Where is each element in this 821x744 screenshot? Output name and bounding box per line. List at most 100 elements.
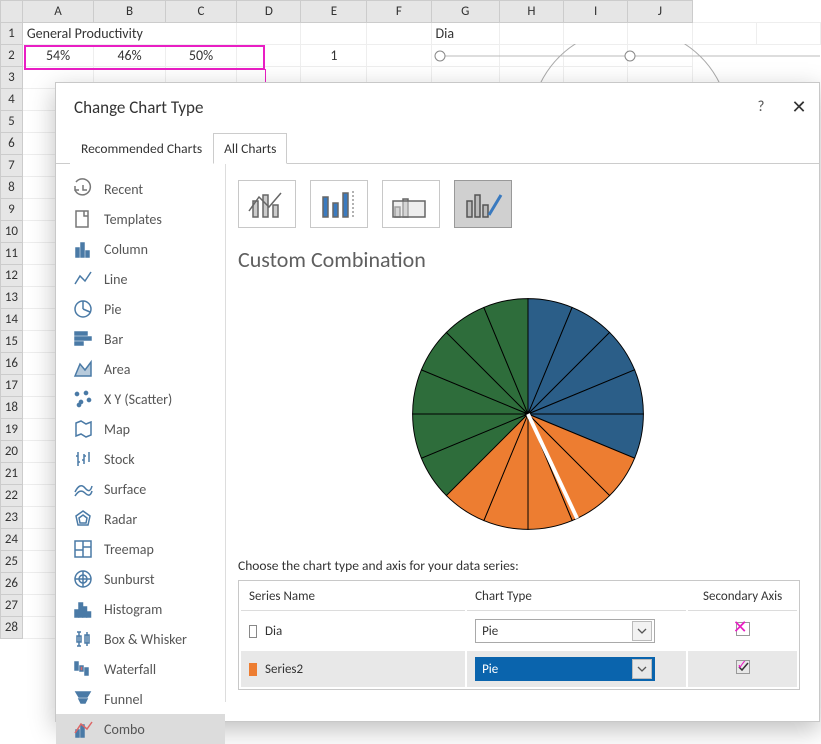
row-header[interactable]: 28 — [1, 617, 23, 639]
category-waterfall[interactable]: Waterfall — [56, 654, 225, 684]
cell[interactable] — [237, 23, 301, 45]
cell[interactable] — [367, 23, 431, 45]
row-header[interactable]: 7 — [1, 155, 23, 177]
category-histogram[interactable]: Histogram — [56, 594, 225, 624]
series-row[interactable]: DiaPie✕ — [241, 613, 797, 649]
row-header[interactable]: 1 — [1, 23, 23, 45]
category-sunburst[interactable]: Sunburst — [56, 564, 225, 594]
tab-all-charts[interactable]: All Charts — [213, 133, 287, 164]
series-swatch-icon — [249, 663, 257, 676]
row-header[interactable]: 26 — [1, 573, 23, 595]
map-icon — [72, 418, 94, 440]
cell[interactable]: 46% — [94, 45, 165, 67]
cell[interactable] — [564, 23, 628, 45]
category-templates[interactable]: Templates — [56, 204, 225, 234]
row-header[interactable]: 10 — [1, 221, 23, 243]
category-bar[interactable]: Bar — [56, 324, 225, 354]
row-header[interactable]: 12 — [1, 265, 23, 287]
category-label: Pie — [104, 301, 121, 318]
category-recent[interactable]: Recent — [56, 174, 225, 204]
row-header[interactable]: 23 — [1, 507, 23, 529]
chart-type-select[interactable]: Pie — [475, 657, 655, 681]
row-header[interactable]: 27 — [1, 595, 23, 617]
category-pie[interactable]: Pie — [56, 294, 225, 324]
row-header[interactable]: 20 — [1, 441, 23, 463]
row-header[interactable]: 13 — [1, 287, 23, 309]
row-header[interactable]: 5 — [1, 111, 23, 133]
cell[interactable]: 50% — [165, 45, 236, 67]
secondary-axis-checkbox[interactable]: ✕ — [736, 622, 750, 636]
row-header[interactable]: 3 — [1, 67, 23, 89]
row-header[interactable]: 21 — [1, 463, 23, 485]
row-header[interactable]: 16 — [1, 353, 23, 375]
combo-subtype-3[interactable] — [382, 180, 440, 228]
category-label: X Y (Scatter) — [104, 391, 172, 408]
row-header[interactable]: 25 — [1, 551, 23, 573]
category-combo[interactable]: Combo — [56, 714, 225, 744]
cell[interactable] — [628, 23, 692, 45]
category-scatter[interactable]: X Y (Scatter) — [56, 384, 225, 414]
category-surface[interactable]: Surface — [56, 474, 225, 504]
cell[interactable] — [692, 23, 756, 45]
treemap-icon — [72, 538, 94, 560]
close-button[interactable]: ✕ — [785, 93, 813, 121]
line-icon — [72, 268, 94, 290]
category-stock[interactable]: Stock — [56, 444, 225, 474]
row-header[interactable]: 8 — [1, 177, 23, 199]
col-header[interactable]: A — [22, 1, 93, 23]
help-button[interactable]: ? — [749, 93, 773, 121]
category-area[interactable]: Area — [56, 354, 225, 384]
row-header[interactable]: 15 — [1, 331, 23, 353]
category-column[interactable]: Column — [56, 234, 225, 264]
row-header[interactable]: 11 — [1, 243, 23, 265]
combo-subtype-2[interactable] — [310, 180, 368, 228]
cell[interactable]: 1 — [301, 45, 367, 67]
tab-recommended-charts[interactable]: Recommended Charts — [70, 133, 213, 164]
category-treemap[interactable]: Treemap — [56, 534, 225, 564]
cell[interactable]: Dia — [431, 23, 499, 45]
row-header[interactable]: 9 — [1, 199, 23, 221]
col-header[interactable]: F — [367, 1, 431, 23]
row-header[interactable]: 19 — [1, 419, 23, 441]
row-header[interactable]: 22 — [1, 485, 23, 507]
chart-type-select[interactable]: Pie — [475, 619, 655, 643]
category-boxwhisker[interactable]: Box & Whisker — [56, 624, 225, 654]
cell[interactable] — [756, 23, 820, 45]
category-label: Column — [104, 241, 148, 258]
category-line[interactable]: Line — [56, 264, 225, 294]
col-header[interactable]: H — [499, 1, 563, 23]
col-header[interactable]: D — [237, 1, 301, 23]
cell[interactable]: 54% — [22, 45, 93, 67]
secondary-axis-checkbox[interactable]: ✓ — [736, 660, 750, 674]
row-header[interactable]: 18 — [1, 397, 23, 419]
col-header[interactable]: B — [94, 1, 165, 23]
category-radar[interactable]: Radar — [56, 504, 225, 534]
row-header[interactable]: 24 — [1, 529, 23, 551]
col-header[interactable]: G — [431, 1, 499, 23]
category-map[interactable]: Map — [56, 414, 225, 444]
row-header[interactable]: 2 — [1, 45, 23, 67]
funnel-icon — [72, 688, 94, 710]
row-header[interactable]: 4 — [1, 89, 23, 111]
cell[interactable] — [499, 23, 563, 45]
row-header[interactable]: 14 — [1, 309, 23, 331]
category-funnel[interactable]: Funnel — [56, 684, 225, 714]
series-row[interactable]: Series2Pie✓ — [241, 651, 797, 687]
col-header[interactable]: I — [564, 1, 628, 23]
cell[interactable]: General Productivity — [22, 23, 236, 45]
col-header[interactable]: C — [165, 1, 236, 23]
col-header[interactable]: E — [301, 1, 367, 23]
category-label: Surface — [104, 481, 146, 498]
cell[interactable] — [301, 23, 367, 45]
combo-subtype-1[interactable] — [238, 180, 296, 228]
tab-strip: Recommended Charts All Charts — [56, 132, 819, 164]
row-header[interactable]: 17 — [1, 375, 23, 397]
combo-icon — [72, 718, 94, 740]
row-header[interactable]: 6 — [1, 133, 23, 155]
section-title: Custom Combination — [238, 246, 817, 273]
cell[interactable] — [237, 45, 301, 67]
combo-subtype-custom[interactable] — [454, 180, 512, 228]
select-all-corner[interactable] — [1, 1, 23, 23]
pie-icon — [72, 298, 94, 320]
col-header[interactable]: J — [628, 1, 692, 23]
